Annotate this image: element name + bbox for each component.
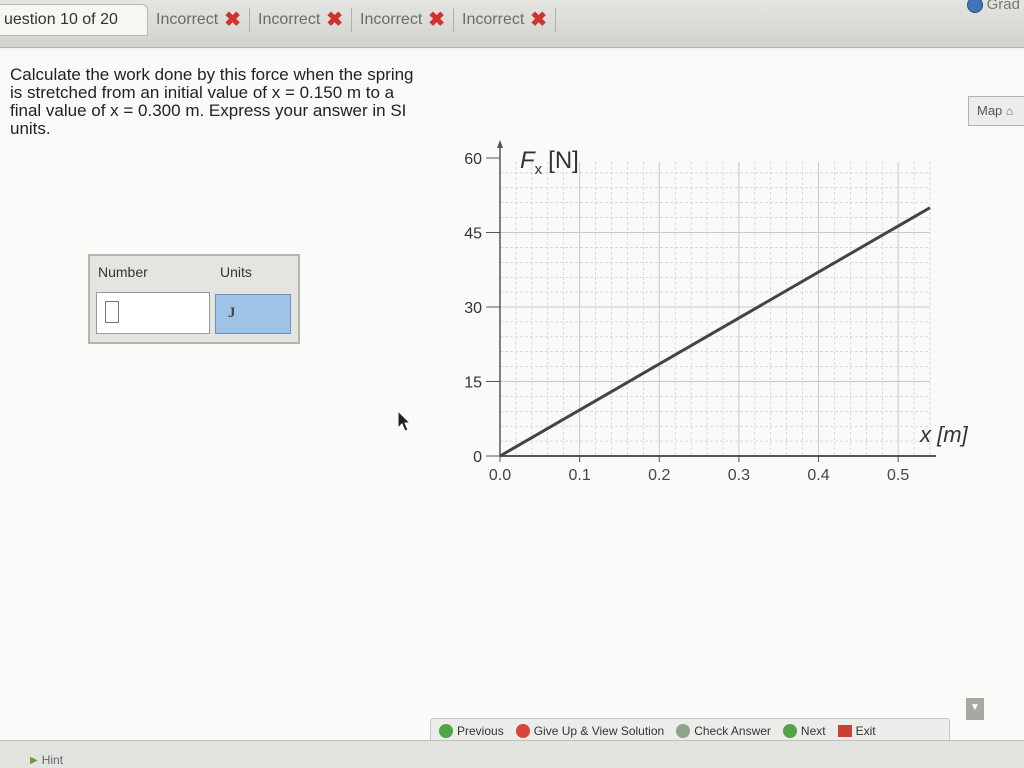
y-axis-label-sub: x: [535, 161, 543, 178]
attempt-status-label: Incorrect: [360, 11, 423, 28]
x-tick-label: 0.0: [489, 467, 511, 484]
y-axis-label-unit: [N]: [548, 147, 579, 174]
hint-label: Hint: [41, 753, 64, 767]
attempt-status-tab-2[interactable]: Incorrect ✖: [252, 8, 353, 32]
hint-arrow-icon: ▶: [30, 754, 38, 766]
question-counter-label: uestion 10 of 20: [4, 11, 118, 28]
attempt-status-label: Incorrect: [156, 11, 219, 28]
bottom-bar: ▶ Hint: [0, 740, 1024, 768]
give-up-button[interactable]: Give Up & View Solution: [515, 724, 665, 738]
y-tick-label: 0: [473, 449, 482, 466]
check-answer-button[interactable]: Check Answer: [676, 724, 771, 738]
y-tick-label: 15: [464, 375, 482, 392]
next-button[interactable]: Next: [782, 724, 826, 738]
chart-axes: [497, 140, 936, 457]
map-icon: ⌂: [1005, 104, 1014, 118]
number-input[interactable]: [96, 292, 210, 334]
y-tick-label: 60: [464, 151, 482, 168]
units-label: Units: [220, 264, 252, 280]
y-tick-label: 30: [464, 300, 482, 317]
number-input-value: [105, 301, 119, 323]
exit-label: Exit: [855, 724, 876, 738]
mouse-cursor-icon: [397, 410, 412, 432]
check-answer-label: Check Answer: [694, 724, 771, 738]
y-axis-label: Fx [N]: [520, 147, 579, 178]
attempt-status-label: Incorrect: [258, 11, 321, 28]
y-axis-arrow-icon: [497, 140, 503, 148]
x-tick-label: 0.5: [887, 467, 909, 484]
previous-button[interactable]: Previous: [439, 724, 504, 738]
previous-label: Previous: [457, 724, 504, 738]
x-icon: ✖: [326, 9, 344, 31]
scroll-down-icon[interactable]: ▼: [966, 698, 984, 720]
x-tick-label: 0.1: [569, 467, 591, 484]
check-icon: [676, 724, 691, 738]
hint-button[interactable]: ▶ Hint: [30, 753, 63, 767]
arrow-left-icon: [439, 724, 453, 738]
question-counter-tab[interactable]: uestion 10 of 20: [0, 4, 148, 36]
exit-icon: [837, 725, 852, 737]
force-displacement-chart: 0 15 30 45 60 0.0 0.1 0.2 0.3 0.4 0.5 Fx [N] x [m]: [464, 140, 969, 484]
next-label: Next: [800, 724, 826, 738]
x-tick-label: 0.2: [648, 467, 670, 484]
question-text: Calculate the work done by this force wh…: [10, 65, 414, 138]
top-bar: uestion 10 of 20 Incorrect ✖ Incorrect ✖…: [0, 0, 1024, 48]
units-field[interactable]: J: [215, 294, 291, 334]
exit-button[interactable]: Exit: [837, 724, 876, 738]
chart-grid: [500, 162, 931, 456]
attempt-status-tab-4[interactable]: Incorrect ✖: [456, 8, 557, 32]
attempt-status-tab-3[interactable]: Incorrect ✖: [354, 8, 455, 32]
y-axis-label-main: F: [520, 147, 536, 174]
x-tick-label: 0.3: [728, 467, 750, 484]
answer-box: Number Units J: [88, 254, 300, 344]
number-label: Number: [98, 264, 148, 280]
give-up-icon: [515, 724, 530, 738]
x-axis-label: x [m]: [919, 422, 969, 447]
attempt-status-label: Incorrect: [462, 11, 525, 28]
arrow-right-icon: [782, 724, 797, 738]
x-icon: ✖: [428, 9, 446, 31]
x-icon: ✖: [530, 9, 548, 31]
force-line: [499, 206, 931, 458]
attempt-status-tabs: Incorrect ✖ Incorrect ✖ Incorrect ✖ Inco…: [150, 8, 558, 32]
chart-ticks: 0 15 30 45 60 0.0 0.1 0.2 0.3 0.4 0.5: [464, 151, 909, 484]
x-icon: ✖: [224, 9, 242, 31]
question-content: Calculate the work done by this force wh…: [0, 50, 1024, 740]
give-up-label: Give Up & View Solution: [533, 724, 665, 738]
x-tick-label: 0.4: [807, 467, 829, 484]
grade-icon: [966, 0, 983, 13]
grade-button[interactable]: Grad: [966, 0, 1020, 13]
attempt-status-tab-1[interactable]: Incorrect ✖: [150, 8, 251, 32]
grade-label: Grad: [986, 0, 1020, 13]
y-tick-label: 45: [464, 226, 482, 243]
chart-series: [499, 206, 931, 458]
